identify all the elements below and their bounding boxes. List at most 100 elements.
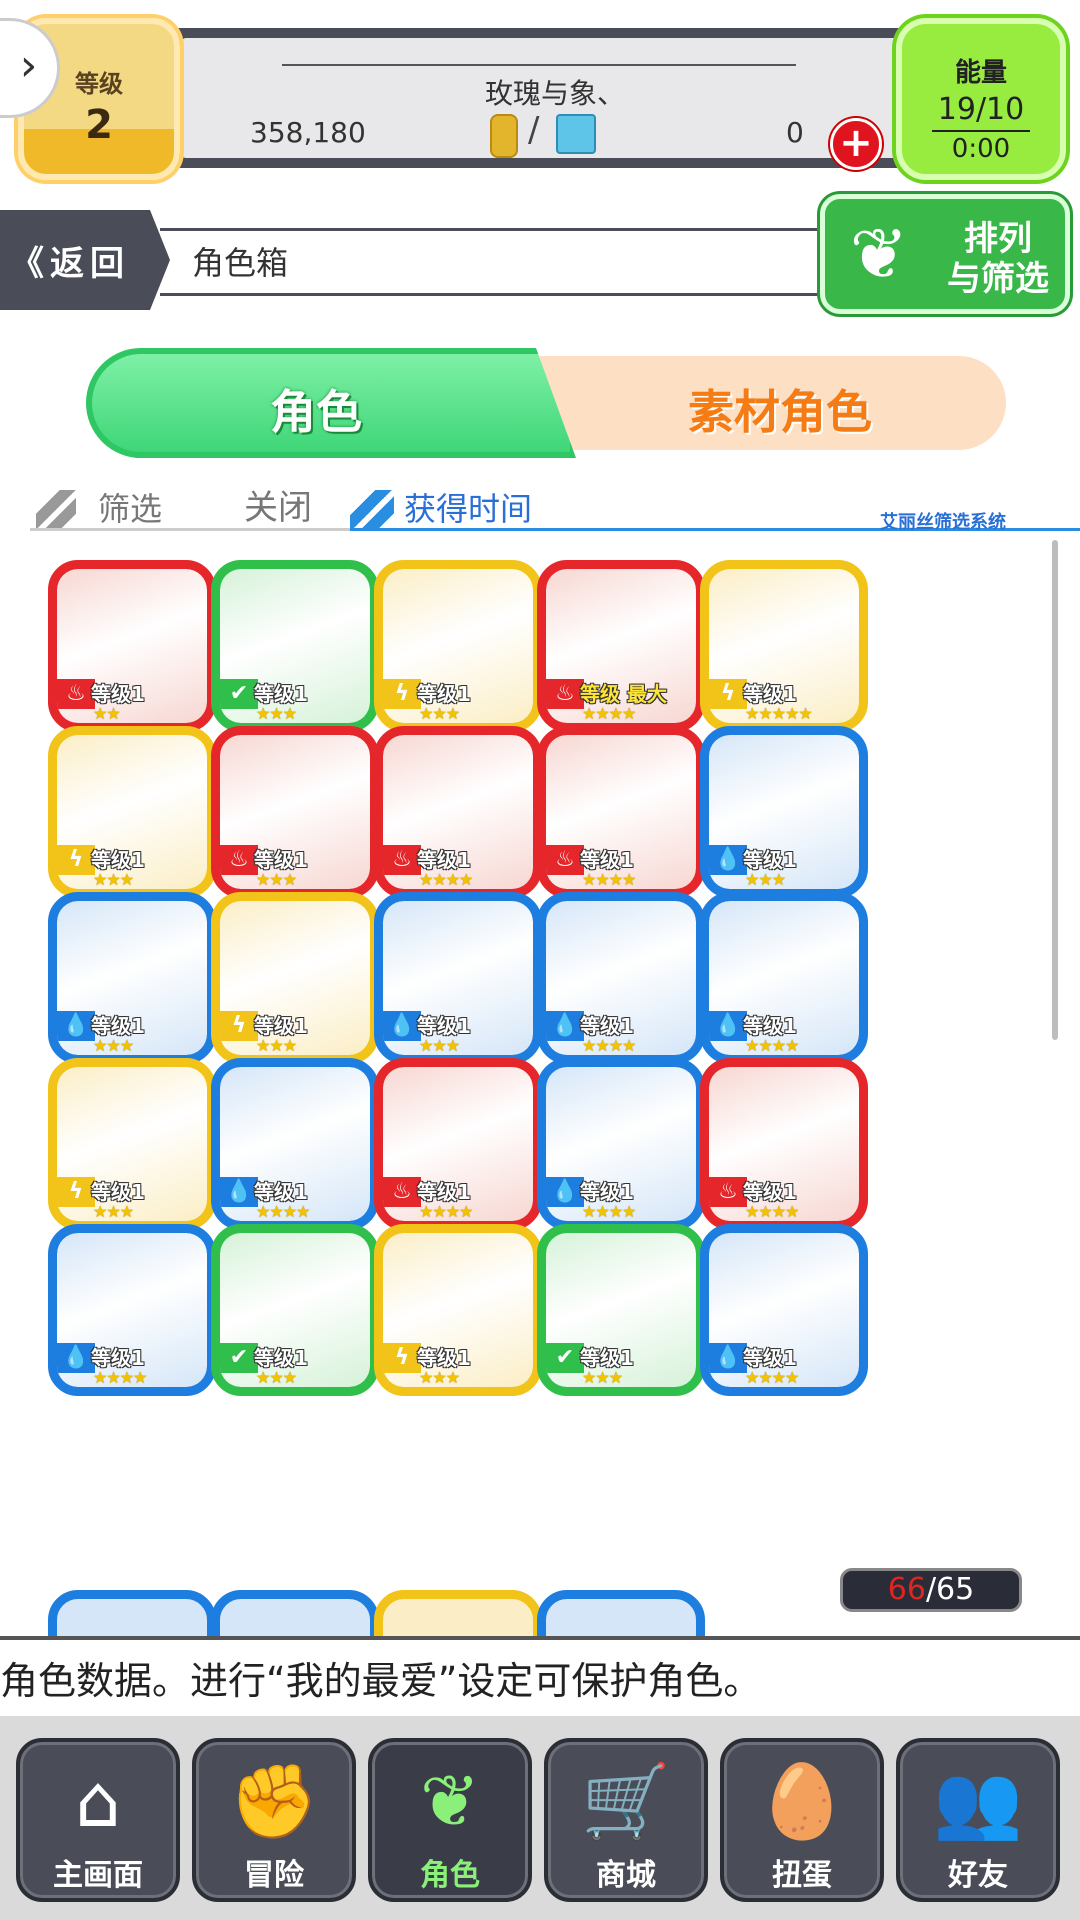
rarity-stars: ★★★ xyxy=(93,1036,134,1055)
character-card[interactable]: 💧 等级1 ★★★ xyxy=(700,726,868,898)
character-card[interactable]: 💧 等级1 ★★★★ xyxy=(700,892,868,1064)
player-name: 玫瑰与象、 xyxy=(484,77,625,110)
character-card[interactable]: 💧 等级1 ★★★★ xyxy=(537,1058,705,1230)
thunder-element-icon: ϟ xyxy=(383,1343,421,1373)
nav-label: 好友 xyxy=(948,1858,1008,1893)
character-card[interactable]: 💧 等级1 ★★★★ xyxy=(537,892,705,1064)
chevron-right-icon: › xyxy=(19,40,38,91)
coin-count: 358,180 xyxy=(250,116,366,149)
thunder-element-icon: ϟ xyxy=(57,1177,95,1207)
nav-cart-button[interactable]: 🛒 商城 xyxy=(544,1738,708,1902)
character-card[interactable]: 💧 等级1 ★★★★ xyxy=(211,1058,379,1230)
character-card[interactable]: ♨ 等级1 ★★★★ xyxy=(537,726,705,898)
rarity-stars: ★★★★ xyxy=(582,1202,636,1221)
energy-timer: 0:00 xyxy=(951,134,1011,164)
water-element-icon: 💧 xyxy=(220,1177,258,1207)
character-card-partial[interactable] xyxy=(48,1590,216,1636)
character-card[interactable]: ♨ 等级1 ★★★ xyxy=(211,726,379,898)
character-card[interactable]: ϟ 等级1 ★★★ xyxy=(48,1058,216,1230)
gem-icon xyxy=(556,114,596,154)
tab-characters-label[interactable]: 角色 xyxy=(86,376,546,442)
character-level: 等级1 xyxy=(254,1346,308,1370)
character-level: 等级1 xyxy=(743,848,797,872)
character-card[interactable]: ♨ 等级1 ★★★★ xyxy=(374,726,542,898)
character-card[interactable]: ϟ 等级1 ★★★ xyxy=(374,560,542,732)
nav-handshake-button[interactable]: ✊ 冒险 xyxy=(192,1738,356,1902)
rarity-stars: ★★★★ xyxy=(745,1202,799,1221)
filter-label[interactable]: 筛选 xyxy=(98,484,162,530)
rarity-stars: ★★★ xyxy=(256,704,297,723)
rarity-stars: ★★★★ xyxy=(745,1368,799,1387)
nav-label: 主画面 xyxy=(53,1858,143,1893)
nav-label: 冒险 xyxy=(244,1858,304,1893)
rarity-stars: ★★★★ xyxy=(582,704,636,723)
nav-label: 扭蛋 xyxy=(772,1858,832,1893)
character-card[interactable]: ♨ 等级1 ★★★★ xyxy=(374,1058,542,1230)
character-level: 等级1 xyxy=(580,1180,634,1204)
tab-material-characters-label[interactable]: 素材角色 xyxy=(560,376,1000,442)
plus-icon: + xyxy=(839,120,873,166)
character-card[interactable]: 💧 等级1 ★★★ xyxy=(374,892,542,1064)
rarity-stars: ★★★ xyxy=(419,1036,460,1055)
water-element-icon: 💧 xyxy=(546,1177,584,1207)
character-card-partial[interactable] xyxy=(374,1590,542,1636)
character-level: 等级1 xyxy=(91,682,145,706)
water-element-icon: 💧 xyxy=(709,1011,747,1041)
character-card[interactable]: ϟ 等级1 ★★★ xyxy=(48,726,216,898)
character-card[interactable]: ♨ 等级 最大 ★★★★ xyxy=(537,560,705,732)
energy-value: 19/10 xyxy=(937,92,1025,127)
home-icon: ⌂ xyxy=(75,1759,121,1843)
character-level: 等级1 xyxy=(743,1346,797,1370)
nav-egg-button[interactable]: 🥚 扭蛋 xyxy=(720,1738,884,1902)
character-level: 等级1 xyxy=(580,1346,634,1370)
box-count-current: 66 xyxy=(887,1572,926,1607)
wood-element-icon: ✔ xyxy=(220,1343,258,1373)
fire-element-icon: ♨ xyxy=(383,1177,421,1207)
add-gems-button[interactable]: + xyxy=(830,118,882,170)
character-level: 等级1 xyxy=(91,1180,145,1204)
character-card[interactable]: ✔ 等级1 ★★★ xyxy=(537,1224,705,1396)
character-card[interactable]: ϟ 等级1 ★★★★★ xyxy=(700,560,868,732)
nav-label: 角色 xyxy=(420,1858,480,1893)
character-level: 等级1 xyxy=(254,848,308,872)
character-card[interactable]: ϟ 等级1 ★★★ xyxy=(374,1224,542,1396)
character-card-partial[interactable] xyxy=(537,1590,705,1636)
nav-label: 商城 xyxy=(596,1858,656,1893)
sort-filter-label: 排列 与筛选 xyxy=(947,219,1049,299)
character-card[interactable]: ♨ 等级1 ★★ xyxy=(48,560,216,732)
rarity-stars: ★★★ xyxy=(256,1036,297,1055)
character-card[interactable]: ϟ 等级1 ★★★ xyxy=(211,892,379,1064)
grid-scrollbar[interactable] xyxy=(1052,540,1058,1040)
filter-underline xyxy=(30,528,350,531)
character-card[interactable]: 💧 等级1 ★★★★ xyxy=(700,1224,868,1396)
character-card[interactable]: 💧 等级1 ★★★★ xyxy=(48,1224,216,1396)
character-card[interactable]: ✔ 等级1 ★★★ xyxy=(211,560,379,732)
rarity-stars: ★★★★ xyxy=(419,870,473,889)
character-card-partial[interactable] xyxy=(211,1590,379,1636)
character-card[interactable]: 💧 等级1 ★★★ xyxy=(48,892,216,1064)
fire-element-icon: ♨ xyxy=(546,845,584,875)
sort-order-label[interactable]: 获得时间 xyxy=(404,484,532,530)
filter-status[interactable]: 关闭 xyxy=(244,480,312,529)
rarity-stars: ★★★ xyxy=(582,1368,623,1387)
back-button-label[interactable]: 《返回 xyxy=(10,236,130,285)
water-element-icon: 💧 xyxy=(57,1011,95,1041)
alice-filter-system-label: 艾丽丝筛选系统 xyxy=(880,512,1006,533)
fire-element-icon: ♨ xyxy=(220,845,258,875)
character-level: 等级1 xyxy=(91,848,145,872)
character-card[interactable]: ♨ 等级1 ★★★★ xyxy=(700,1058,868,1230)
bunny-icon: ❦ xyxy=(419,1759,481,1843)
character-card[interactable]: ✔ 等级1 ★★★ xyxy=(211,1224,379,1396)
bunny-sort-icon: ❦ xyxy=(849,213,909,295)
nav-friends-button[interactable]: 👥 好友 xyxy=(896,1738,1060,1902)
character-level: 等级1 xyxy=(254,1180,308,1204)
nav-home-button[interactable]: ⌂ 主画面 xyxy=(16,1738,180,1902)
rarity-stars: ★★★ xyxy=(419,1368,460,1387)
rarity-stars: ★★★ xyxy=(256,1368,297,1387)
currency-separator: / xyxy=(528,110,540,150)
character-level: 等级1 xyxy=(417,848,471,872)
filter-stripe-decoration xyxy=(36,490,76,530)
nav-bunny-button[interactable]: ❦ 角色 xyxy=(368,1738,532,1902)
sort-filter-button[interactable]: ❦ 排列 与筛选 xyxy=(820,194,1070,314)
character-level: 等级1 xyxy=(743,1014,797,1038)
